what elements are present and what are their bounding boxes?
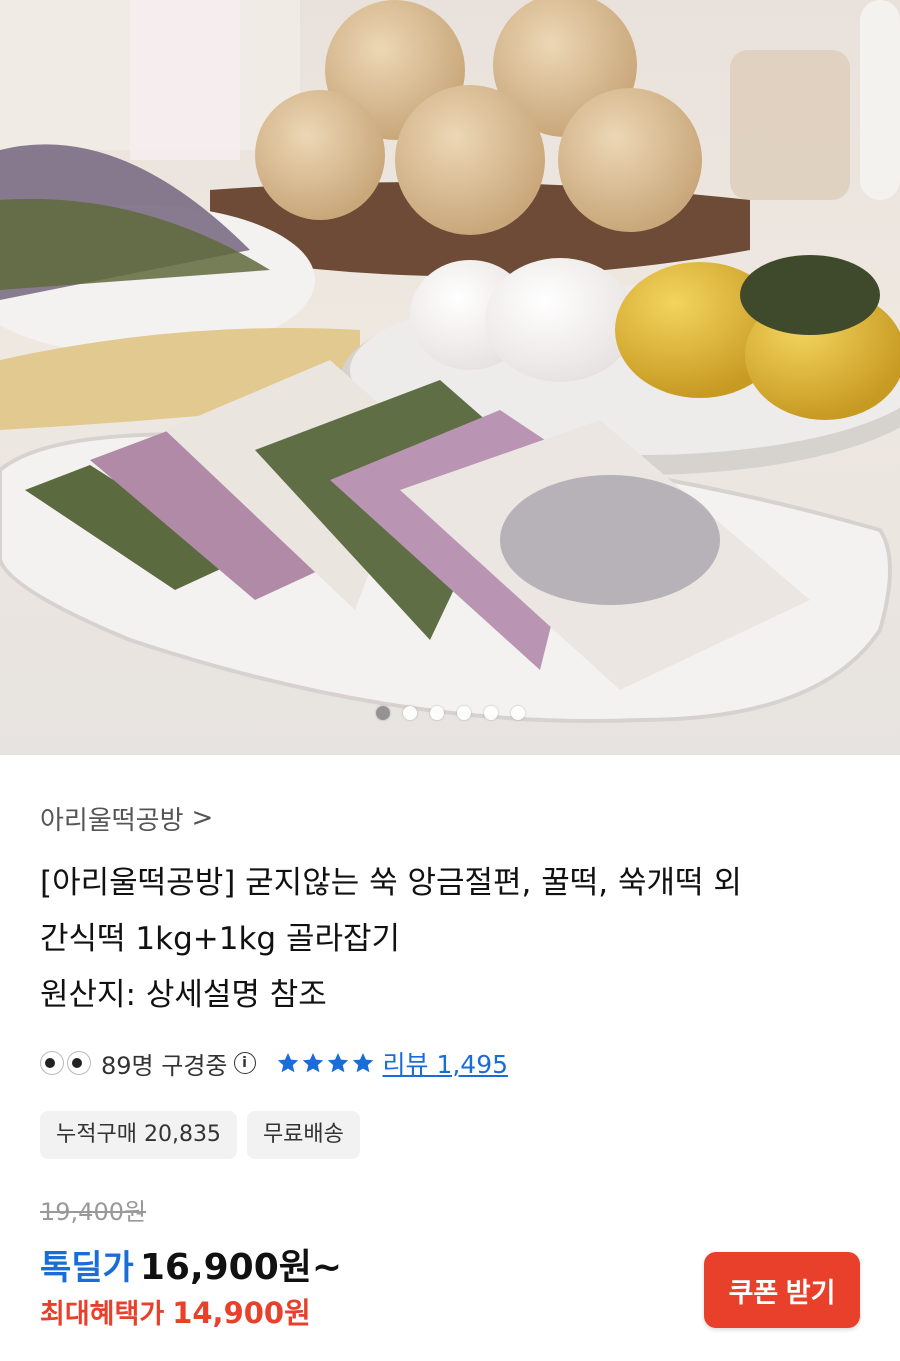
star-icon [352, 1053, 373, 1073]
rating-stars [276, 1051, 375, 1075]
chevron-right-icon: > [191, 803, 214, 833]
coupon-button[interactable]: 쿠폰 받기 [704, 1252, 860, 1328]
product-title-line: [아리울떡공방] 굳지않는 쑥 앙금절편, 꿀떡, 쑥개떡 외 [40, 865, 742, 901]
pagination-dot[interactable] [375, 706, 390, 720]
pagination-dot[interactable] [510, 706, 525, 720]
free-shipping-badge: 무료배송 [246, 1111, 360, 1159]
product-origin: 원산지: 상세설명 참조 [40, 977, 327, 1013]
original-price: 19,400원 [40, 1198, 147, 1226]
pagination-dot[interactable] [402, 706, 417, 720]
pagination-dot[interactable] [456, 706, 471, 720]
product-title: [아리울떡공방] 굳지않는 쑥 앙금절편, 꿀떡, 쑥개떡 외 간식떡 1kg+… [40, 855, 860, 1023]
product-title-line: 간식떡 1kg+1kg 골라잡기 [40, 921, 401, 957]
eyes-icon [40, 1051, 91, 1075]
deal-price: 16,900원~ [139, 1247, 343, 1288]
product-photo [0, 0, 900, 723]
watching-count: 89명 구경중 [101, 1051, 228, 1080]
star-icon [327, 1053, 348, 1073]
pagination-dot[interactable] [429, 706, 444, 720]
badge-list: 누적구매 20,835 무료배송 [40, 1111, 860, 1159]
seller-name: 아리울떡공방 [40, 805, 184, 836]
review-link[interactable]: 리뷰 1,495 [383, 1045, 509, 1081]
seller-link[interactable]: 아리울떡공방 > [40, 801, 860, 836]
info-icon[interactable]: i [233, 1052, 256, 1074]
star-icon [277, 1053, 298, 1073]
pagination-dot[interactable] [483, 706, 498, 720]
price-section: 19,400원 톡딜가 16,900원~ 최대혜택가 14,900원 쿠폰 받기 [40, 1196, 860, 1356]
star-icon [302, 1053, 323, 1073]
deal-label: 톡딜가 [40, 1248, 134, 1288]
product-info: 아리울떡공방 > [아리울떡공방] 굳지않는 쑥 앙금절편, 꿀떡, 쑥개떡 외… [0, 801, 900, 1356]
product-meta: 89명 구경중 i 리뷰 1,495 [40, 1043, 860, 1083]
gallery-pagination[interactable] [0, 706, 900, 720]
max-benefit-label: 최대혜택가 [40, 1299, 165, 1330]
max-benefit-price: 14,900원 [172, 1296, 311, 1330]
cumulative-purchase-badge: 누적구매 20,835 [40, 1111, 237, 1159]
product-image-gallery[interactable] [0, 0, 900, 755]
